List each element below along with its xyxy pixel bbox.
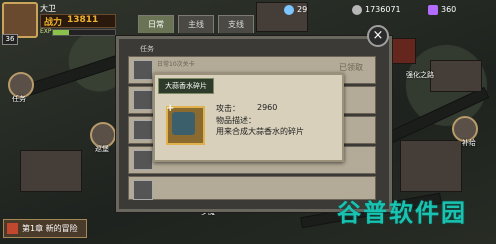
coins-value: 1736071 xyxy=(365,5,401,14)
map-label-patrol: 巡堡 xyxy=(95,145,109,153)
map-label-enhance: 强化之路 xyxy=(406,71,434,79)
battery-value: 29 xyxy=(297,5,308,14)
gems-value: 360 xyxy=(441,5,457,14)
player-level: 36 xyxy=(2,34,18,45)
exp-label: EXP xyxy=(40,28,52,35)
chapter-button[interactable]: 第1章 新的冒险 xyxy=(3,219,87,238)
plus-icon: + xyxy=(166,103,175,114)
tab-daily[interactable]: 日常 xyxy=(138,15,174,33)
coin-icon xyxy=(352,4,362,15)
player-avatar[interactable] xyxy=(2,2,38,38)
quest-icon xyxy=(133,90,153,110)
battery-icon xyxy=(284,4,294,15)
resource-gems[interactable]: 360 xyxy=(428,4,456,15)
watermark: 谷普软件园 xyxy=(337,199,467,227)
map-label-quest: 任务 xyxy=(12,95,26,103)
perfume-icon xyxy=(172,112,195,135)
quest-icon xyxy=(133,120,153,140)
description-text: 用来合成大蒜香水的碎片 xyxy=(216,127,304,136)
power-value: 13811 xyxy=(67,15,99,25)
power-display: 战力 13811 xyxy=(40,14,116,28)
close-icon: × xyxy=(372,28,384,43)
item-slot: + xyxy=(166,103,205,145)
quest-icon xyxy=(133,150,153,170)
description-label: 物品描述： xyxy=(216,116,256,125)
chapter-icon xyxy=(7,223,18,234)
player-name: 大卫 xyxy=(40,4,56,13)
section-title: 任务 xyxy=(140,45,154,53)
quest-icon xyxy=(133,180,153,200)
resource-battery[interactable]: 29 xyxy=(284,4,307,15)
exp-bar xyxy=(52,29,116,36)
attack-value: 2960 xyxy=(257,103,278,112)
exp-fill xyxy=(53,30,69,35)
attack-label: 攻击： xyxy=(216,104,240,113)
power-label: 战力 xyxy=(44,18,63,28)
tab-side[interactable]: 支线 xyxy=(218,15,254,33)
quest-row-text: 日常10次关卡 xyxy=(157,61,195,68)
item-title: 大蒜香水碎片 xyxy=(158,78,214,94)
map-label-supply: 补给 xyxy=(462,139,476,147)
gem-icon xyxy=(428,4,438,15)
close-button[interactable]: × xyxy=(367,25,389,47)
quest-icon xyxy=(133,60,153,80)
quest-status: 已领取 xyxy=(339,63,363,72)
chapter-label: 第1章 新的冒险 xyxy=(22,224,78,233)
tab-main[interactable]: 主线 xyxy=(178,15,214,33)
resource-coins[interactable]: 1736071 xyxy=(352,4,401,15)
